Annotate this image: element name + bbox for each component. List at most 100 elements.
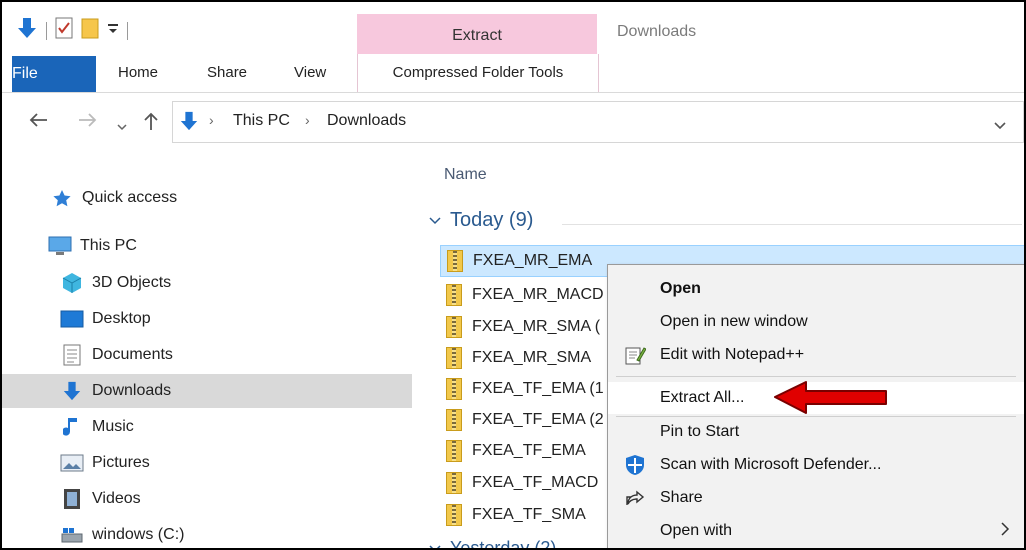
zip-folder-icon	[446, 347, 462, 369]
nav-item-label: Quick access	[82, 189, 178, 206]
menu-item-open-with[interactable]: Open with	[608, 515, 1024, 547]
star-icon	[50, 188, 74, 208]
group-header-yesterday[interactable]: Yesterday (2)	[428, 538, 557, 550]
file-row[interactable]: FXEA_TF_SMA	[440, 500, 586, 530]
drive-icon	[60, 525, 84, 545]
menu-item-scan-with-defender[interactable]: Scan with Microsoft Defender...	[608, 449, 1024, 481]
group-header-today[interactable]: Today (9)	[428, 209, 533, 232]
title-bar: Extract Downloads	[2, 2, 1024, 56]
collapse-chevron-icon[interactable]	[428, 544, 442, 550]
tab-share[interactable]: Share	[207, 54, 247, 92]
zip-folder-icon	[446, 316, 462, 338]
quick-access-toolbar	[16, 16, 128, 45]
toolbar-separator	[127, 21, 128, 40]
tab-view[interactable]: View	[294, 54, 326, 92]
recent-locations-chevron-icon[interactable]	[116, 115, 128, 138]
nav-item-videos[interactable]: Videos	[2, 482, 470, 516]
breadcrumb-this-pc[interactable]: This PC	[233, 112, 290, 130]
properties-icon[interactable]	[55, 17, 73, 44]
download-arrow-icon[interactable]	[16, 16, 38, 45]
window-title: Downloads	[617, 23, 697, 40]
forward-arrow-icon[interactable]	[78, 111, 98, 134]
nav-item-label: This PC	[80, 237, 137, 254]
downloads-location-icon	[179, 110, 199, 137]
zip-folder-icon	[446, 378, 462, 400]
breadcrumb-separator-icon[interactable]: ›	[305, 112, 310, 128]
file-row[interactable]: FXEA_TF_EMA (2	[440, 405, 604, 435]
zip-folder-icon	[446, 504, 462, 526]
menu-item-label: Open with	[660, 522, 733, 539]
extract-contextual-tab-group: Extract	[357, 14, 597, 56]
tab-file[interactable]: File	[12, 56, 96, 92]
zip-folder-icon	[447, 250, 463, 272]
new-folder-icon[interactable]	[81, 17, 99, 44]
file-name: FXEA_MR_SMA	[472, 349, 592, 366]
file-name: FXEA_TF_EMA (1	[472, 380, 604, 397]
notepad-plus-plus-icon	[624, 344, 646, 366]
nav-item-label: Music	[92, 418, 134, 435]
breadcrumb-downloads[interactable]: Downloads	[327, 112, 406, 130]
nav-item-label: windows (C:)	[92, 526, 185, 543]
file-row[interactable]: FXEA_MR_SMA	[440, 343, 591, 373]
red-pointer-arrow-icon	[772, 379, 890, 420]
download-icon	[60, 381, 84, 401]
group-label: Today (9)	[450, 209, 534, 231]
file-name: FXEA_MR_EMA	[473, 252, 593, 269]
tab-home[interactable]: Home	[118, 54, 158, 92]
extract-label: Extract	[452, 27, 502, 44]
group-label: Yesterday (2)	[450, 538, 557, 550]
menu-item-open[interactable]: Open	[608, 273, 1024, 305]
menu-item-open-in-new-window[interactable]: Open in new window	[608, 306, 1024, 338]
nav-item-pictures[interactable]: Pictures	[2, 446, 470, 480]
nav-item-3d-objects[interactable]: 3D Objects	[2, 266, 470, 300]
file-row[interactable]: FXEA_TF_EMA	[440, 436, 586, 466]
zip-folder-icon	[446, 472, 462, 494]
music-note-icon	[60, 417, 84, 437]
nav-item-label: 3D Objects	[92, 274, 172, 291]
menu-item-label: Edit with Notepad++	[660, 346, 805, 363]
nav-item-downloads[interactable]: Downloads	[2, 374, 412, 408]
nav-item-label: Desktop	[92, 310, 151, 327]
nav-item-documents[interactable]: Documents	[2, 338, 470, 372]
column-header-name[interactable]: Name	[444, 166, 487, 184]
up-arrow-icon[interactable]	[142, 111, 160, 137]
document-icon	[60, 344, 84, 366]
ribbon-tabs: File Home Share View Compressed Folder T…	[2, 54, 1024, 93]
menu-item-label: Scan with Microsoft Defender...	[660, 456, 882, 473]
file-name: FXEA_TF_MACD	[472, 474, 599, 491]
file-row[interactable]: FXEA_MR_MACD	[440, 280, 604, 310]
submenu-chevron-icon	[1000, 520, 1010, 543]
file-row[interactable]: FXEA_MR_SMA (	[440, 312, 600, 342]
zip-folder-icon	[446, 440, 462, 462]
tab-compressed-folder-tools[interactable]: Compressed Folder Tools	[357, 54, 599, 92]
nav-item-label: Videos	[92, 490, 141, 507]
group-divider	[562, 224, 1022, 225]
collapse-chevron-icon[interactable]	[428, 216, 442, 226]
back-arrow-icon[interactable]	[28, 111, 48, 134]
customize-toolbar-icon[interactable]	[107, 21, 119, 40]
file-row[interactable]: FXEA_TF_EMA (1	[440, 374, 604, 404]
nav-item-music[interactable]: Music	[2, 410, 470, 444]
share-icon	[624, 487, 646, 509]
menu-item-share[interactable]: Share	[608, 482, 1024, 514]
menu-separator	[616, 376, 1016, 377]
file-name: FXEA_MR_MACD	[472, 286, 604, 303]
film-icon	[60, 489, 84, 509]
zip-folder-icon	[446, 409, 462, 431]
menu-item-pin-to-start[interactable]: Pin to Start	[608, 416, 1024, 448]
menu-item-label: Open	[660, 280, 701, 297]
nav-item-this-pc[interactable]: This PC	[2, 229, 458, 263]
navigation-pane: Quick access This PC 3D Objects Desktop …	[2, 154, 412, 548]
file-row[interactable]: FXEA_TF_MACD	[440, 468, 598, 498]
menu-item-label: Extract All...	[660, 389, 745, 406]
menu-item-edit-with-notepad-plus-plus[interactable]: Edit with Notepad++	[608, 339, 1024, 371]
nav-item-quick-access[interactable]: Quick access	[2, 181, 460, 215]
address-dropdown-chevron-icon[interactable]	[993, 118, 1007, 136]
nav-item-desktop[interactable]: Desktop	[2, 302, 470, 336]
breadcrumb-separator-icon[interactable]: ›	[209, 112, 214, 128]
address-bar[interactable]: › This PC › Downloads	[172, 101, 1024, 143]
nav-item-windows-c[interactable]: windows (C:)	[2, 518, 470, 548]
cube-icon	[60, 273, 84, 293]
windows-defender-shield-icon	[624, 454, 646, 476]
nav-item-label: Documents	[92, 346, 173, 363]
